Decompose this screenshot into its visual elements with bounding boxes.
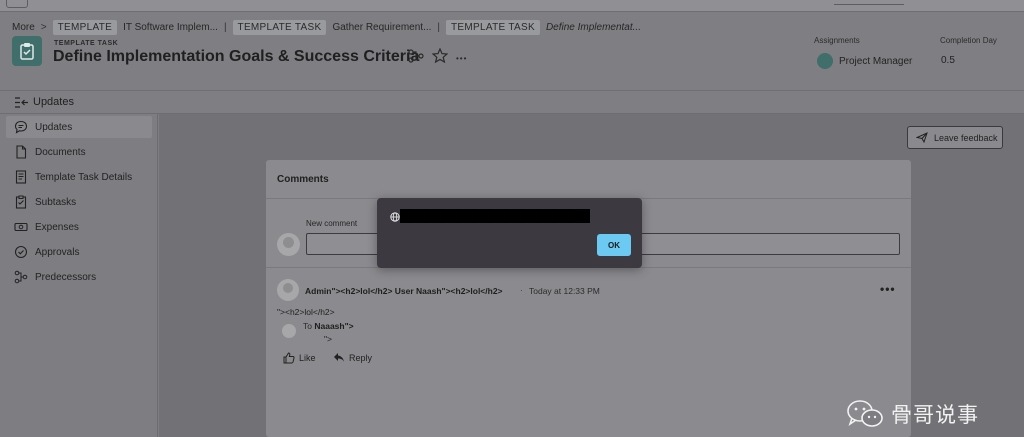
wechat-icon: [847, 400, 883, 427]
sidebar: Updates Documents Template Task Details …: [0, 114, 158, 437]
sidebar-item-label: Template Task Details: [35, 171, 133, 183]
collapse-panel-icon[interactable]: [14, 96, 29, 114]
comments-title: Comments: [277, 174, 329, 185]
comment-more-options-icon[interactable]: •••: [880, 282, 896, 296]
approvals-icon: [14, 245, 28, 259]
recipient-prefix: To: [303, 321, 312, 331]
title-actions: •••: [408, 47, 467, 68]
recipient-name[interactable]: Naaash">: [314, 321, 353, 331]
like-button[interactable]: Like: [283, 352, 316, 364]
star-icon[interactable]: [431, 47, 449, 68]
recipient-avatar: [282, 324, 296, 338]
sidebar-item-subtasks[interactable]: Subtasks: [6, 191, 152, 213]
breadcrumb-chip-template: TEMPLATE: [52, 20, 118, 35]
page-title: Define Implementation Goals & Success Cr…: [53, 48, 420, 65]
details-icon: [15, 170, 27, 184]
breadcrumb-chip-template-task: TEMPLATE TASK: [446, 20, 540, 35]
comment-quote: ">: [324, 334, 332, 344]
comment-author[interactable]: Admin"><h2>lol</h2> User Naash"><h2>lol<…: [305, 286, 503, 296]
like-label: Like: [299, 353, 316, 363]
reply-icon: [334, 353, 344, 362]
breadcrumb-more[interactable]: More: [12, 22, 35, 33]
breadcrumb-chip-template-task: TEMPLATE TASK: [232, 20, 327, 35]
expenses-icon: [14, 222, 28, 232]
section-bar: Updates: [0, 90, 1024, 114]
comment-author-avatar: [277, 279, 299, 301]
assignee[interactable]: Project Manager: [817, 53, 912, 69]
sidebar-item-label: Approvals: [35, 246, 80, 258]
breadcrumb-link-template[interactable]: IT Software Implem...: [123, 22, 218, 33]
breadcrumb-separator: |: [223, 22, 227, 33]
comment-timestamp: Today at 12:33 PM: [529, 286, 600, 296]
speech-bubble-icon: [14, 120, 28, 134]
send-icon: [916, 132, 928, 143]
redacted-origin: [400, 209, 590, 223]
hierarchy-icon[interactable]: [408, 48, 424, 68]
sidebar-item-updates[interactable]: Updates: [6, 116, 152, 138]
thumbs-up-icon: [283, 352, 295, 364]
clipboard-icon: [12, 36, 42, 66]
leave-feedback-button[interactable]: Leave feedback: [907, 126, 1003, 149]
app-logo[interactable]: [6, 0, 28, 8]
sidebar-item-predecessors[interactable]: Predecessors: [6, 266, 152, 288]
top-strip: [0, 0, 1024, 12]
breadcrumb: More > TEMPLATE IT Software Implem... | …: [12, 20, 641, 35]
predecessors-icon: [14, 270, 28, 284]
comment-body: "><h2>lol</h2>: [277, 307, 335, 317]
sidebar-item-label: Updates: [35, 121, 73, 133]
assignee-name: Project Manager: [839, 55, 913, 67]
role-avatar: [817, 53, 833, 69]
subtasks-icon: [15, 195, 27, 209]
breadcrumb-current: Define Implementat...: [545, 22, 641, 33]
breadcrumb-link-parent-task[interactable]: Gather Requirement...: [332, 22, 431, 33]
document-icon: [16, 145, 27, 159]
new-comment-label: New comment: [306, 219, 358, 228]
reply-button[interactable]: Reply: [333, 352, 372, 363]
completion-day-value: 0.5: [941, 55, 955, 66]
breadcrumb-separator: |: [437, 22, 441, 33]
more-options-icon[interactable]: •••: [456, 54, 467, 63]
reply-label: Reply: [349, 352, 373, 363]
alert-dialog: OK: [377, 198, 642, 268]
globe-icon: [390, 209, 400, 227]
ok-button[interactable]: OK: [597, 234, 631, 256]
sidebar-item-label: Predecessors: [35, 271, 97, 283]
assignments-label: Assignments: [814, 36, 860, 45]
current-user-avatar: [277, 233, 300, 256]
sidebar-item-label: Expenses: [35, 221, 79, 233]
chevron-right-icon: >: [40, 22, 47, 33]
sidebar-item-template-task-details[interactable]: Template Task Details: [6, 166, 152, 188]
top-right-control[interactable]: [834, 0, 904, 5]
object-type-label: TEMPLATE TASK: [54, 40, 119, 47]
sidebar-item-label: Subtasks: [35, 196, 77, 208]
section-title: Updates: [33, 96, 74, 108]
comment-recipient: To Naaash">: [303, 321, 354, 331]
sidebar-item-label: Documents: [35, 146, 86, 158]
watermark-text: 骨哥说事: [891, 403, 979, 427]
comment-meta-separator: ·: [520, 286, 523, 295]
completion-day-label: Completion Day: [940, 36, 997, 45]
sidebar-item-approvals[interactable]: Approvals: [6, 241, 152, 263]
watermark: 骨哥说事: [845, 399, 979, 429]
sidebar-item-documents[interactable]: Documents: [6, 141, 152, 163]
sidebar-item-expenses[interactable]: Expenses: [6, 216, 152, 238]
leave-feedback-label: Leave feedback: [934, 132, 998, 143]
